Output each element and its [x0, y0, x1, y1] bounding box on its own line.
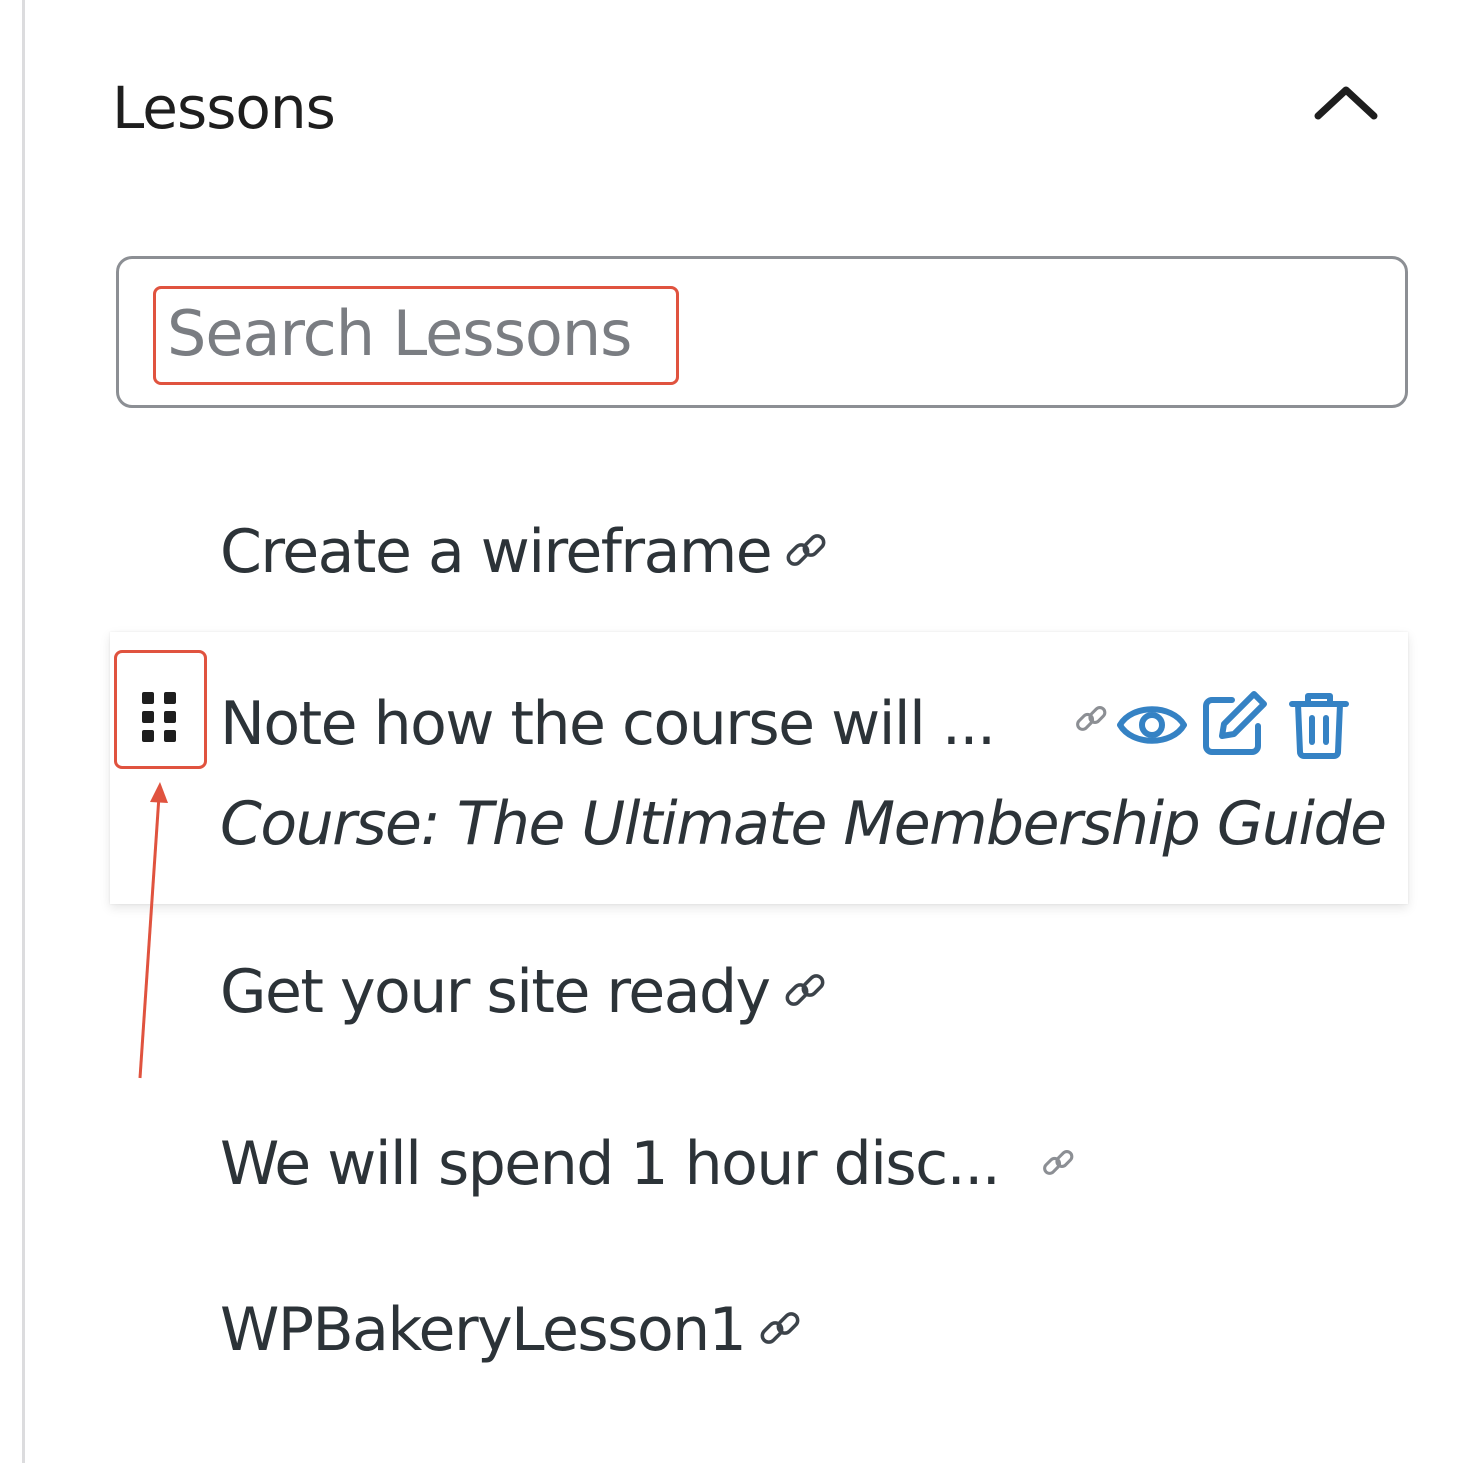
- lesson-title[interactable]: Get your site ready: [220, 954, 771, 1030]
- trash-icon[interactable]: [1286, 688, 1352, 762]
- lesson-item[interactable]: Create a wireframe: [220, 514, 833, 590]
- link-icon: [786, 534, 826, 566]
- chevron-up-icon[interactable]: [1310, 80, 1382, 124]
- drag-handle-icon[interactable]: [134, 686, 186, 750]
- lesson-title[interactable]: Note how the course will ...: [220, 686, 996, 762]
- link-icon: [785, 974, 824, 1006]
- lesson-item[interactable]: WPBakeryLesson1: [220, 1292, 807, 1368]
- lesson-title[interactable]: We will spend 1 hour disc...: [220, 1126, 1001, 1202]
- lesson-item[interactable]: We will spend 1 hour disc...: [220, 1126, 1079, 1202]
- lesson-item[interactable]: Get your site ready: [220, 954, 832, 1030]
- search-field[interactable]: [116, 256, 1408, 408]
- lessons-panel: Lessons Create a wireframe Note how the …: [0, 0, 1470, 1463]
- link-icon: [760, 1312, 800, 1344]
- eye-icon[interactable]: [1114, 694, 1190, 756]
- lesson-course: Course: The Ultimate Membership Guide: [220, 789, 1387, 859]
- lesson-item-active[interactable]: [110, 632, 1408, 904]
- lesson-title[interactable]: WPBakeryLesson1: [220, 1292, 747, 1368]
- search-input[interactable]: [159, 279, 1367, 387]
- panel-title: Lessons: [112, 74, 336, 142]
- link-icon: [1043, 1150, 1074, 1175]
- link-icon: [1076, 706, 1107, 731]
- edit-icon[interactable]: [1198, 688, 1270, 760]
- lesson-title[interactable]: Create a wireframe: [220, 514, 773, 590]
- panel-left-border: [22, 0, 25, 1463]
